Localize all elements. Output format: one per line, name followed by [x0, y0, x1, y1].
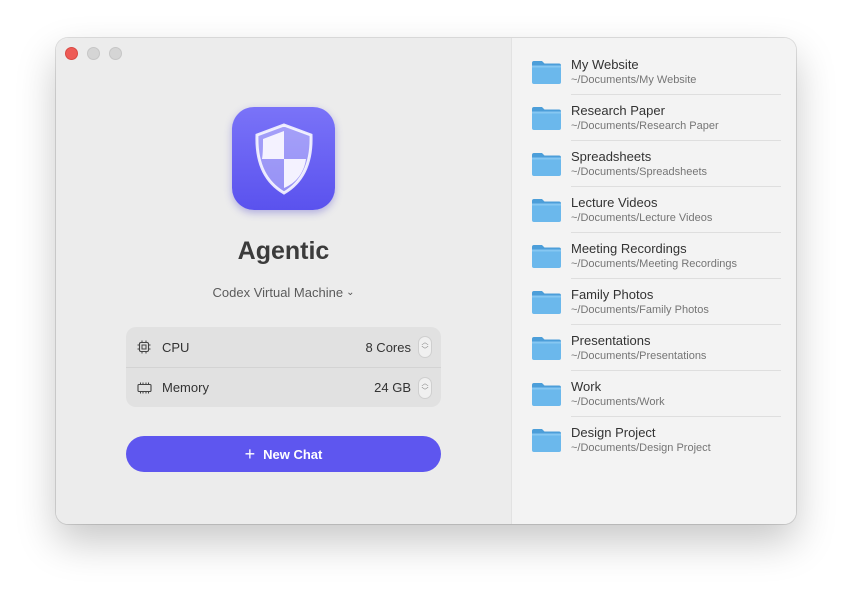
folder-icon	[532, 383, 561, 406]
launcher-panel: Agentic Codex Virtual Machine ⌄ CPU 8 Co…	[56, 38, 511, 524]
cpu-icon	[137, 340, 152, 355]
folder-icon	[532, 153, 561, 176]
folder-path: ~/Documents/Meeting Recordings	[571, 257, 737, 270]
window-controls	[65, 47, 122, 60]
folder-name: Family Photos	[571, 286, 654, 302]
folder-text: Presentations ~/Documents/Presentations	[571, 325, 781, 371]
folder-text: Lecture Videos ~/Documents/Lecture Video…	[571, 187, 781, 233]
folder-text: Family Photos ~/Documents/Family Photos	[571, 279, 781, 325]
folder-text: My Website ~/Documents/My Website	[571, 49, 781, 95]
folder-path: ~/Documents/Presentations	[571, 349, 707, 362]
folder-path: ~/Documents/Design Project	[571, 442, 711, 454]
vm-selector[interactable]: Codex Virtual Machine ⌄	[56, 285, 511, 300]
shield-icon	[254, 122, 313, 195]
folder-name: My Website	[571, 56, 639, 72]
spec-row-memory: Memory 24 GB ︿ ﹀	[126, 367, 441, 407]
cpu-stepper[interactable]: ︿ ﹀	[419, 337, 431, 357]
cpu-value: 8 Cores	[365, 339, 411, 355]
app-window: Agentic Codex Virtual Machine ⌄ CPU 8 Co…	[56, 38, 796, 524]
folder-path: ~/Documents/Spreadsheets	[571, 165, 708, 178]
folder-path: ~/Documents/Work	[571, 395, 665, 408]
folder-name: Meeting Recordings	[571, 240, 687, 256]
folder-name: Research Paper	[571, 102, 665, 118]
folder-icon	[532, 61, 561, 84]
folder-icon	[532, 429, 561, 452]
minimize-button[interactable]	[87, 47, 100, 60]
folder-text: Design Project ~/Documents/Design Projec…	[571, 417, 781, 463]
plus-icon: +	[244, 444, 256, 464]
app-title: Agentic	[237, 237, 330, 265]
folder-name: Presentations	[571, 332, 651, 348]
chevron-down-icon: ⌄	[346, 287, 355, 298]
folder-list: My Website ~/Documents/My Website Resear…	[511, 38, 796, 524]
zoom-button[interactable]	[109, 47, 122, 60]
folder-list-item[interactable]: Design Project ~/Documents/Design Projec…	[512, 417, 796, 463]
memory-stepper[interactable]: ︿ ﹀	[419, 377, 431, 398]
folder-list-item[interactable]: Meeting Recordings ~/Documents/Meeting R…	[512, 233, 796, 279]
close-button[interactable]	[65, 47, 78, 60]
folder-icon	[532, 337, 561, 360]
folder-path: ~/Documents/Research Paper	[571, 119, 719, 132]
cpu-label: CPU	[162, 339, 190, 355]
new-chat-button[interactable]: + New Chat	[126, 436, 441, 472]
vm-selector-label: Codex Virtual Machine	[212, 285, 344, 300]
folder-path: ~/Documents/Lecture Videos	[571, 211, 713, 224]
folder-list-item[interactable]: Family Photos ~/Documents/Family Photos	[512, 279, 796, 325]
vm-specs-panel: CPU 8 Cores ︿ ﹀ Memory 24 GB ︿ ﹀	[126, 327, 441, 407]
folder-list-item[interactable]: My Website ~/Documents/My Website	[512, 49, 796, 95]
memory-value: 24 GB	[374, 380, 411, 395]
folder-path: ~/Documents/My Website	[571, 73, 697, 86]
folder-name: Work	[571, 378, 602, 394]
folder-name: Spreadsheets	[571, 148, 652, 164]
folder-icon	[532, 199, 561, 222]
new-chat-label: New Chat	[263, 446, 323, 462]
spec-row-cpu: CPU 8 Cores ︿ ﹀	[126, 327, 441, 367]
app-icon	[232, 107, 335, 210]
folder-text: Research Paper ~/Documents/Research Pape…	[571, 95, 781, 141]
folder-list-item[interactable]: Lecture Videos ~/Documents/Lecture Video…	[512, 187, 796, 233]
folder-list-item[interactable]: Presentations ~/Documents/Presentations	[512, 325, 796, 371]
folder-text: Meeting Recordings ~/Documents/Meeting R…	[571, 233, 781, 279]
folder-name: Lecture Videos	[571, 194, 658, 210]
folder-list-item[interactable]: Work ~/Documents/Work	[512, 371, 796, 417]
folder-text: Spreadsheets ~/Documents/Spreadsheets	[571, 141, 781, 187]
memory-label: Memory	[162, 380, 209, 395]
folder-path: ~/Documents/Family Photos	[571, 303, 709, 316]
memory-icon	[137, 380, 152, 395]
folder-name: Design Project	[571, 425, 656, 440]
folder-list-item[interactable]: Spreadsheets ~/Documents/Spreadsheets	[512, 141, 796, 187]
folder-icon	[532, 107, 561, 130]
folder-icon	[532, 245, 561, 268]
folder-icon	[532, 291, 561, 314]
folder-text: Work ~/Documents/Work	[571, 371, 781, 417]
folder-list-item[interactable]: Research Paper ~/Documents/Research Pape…	[512, 95, 796, 141]
